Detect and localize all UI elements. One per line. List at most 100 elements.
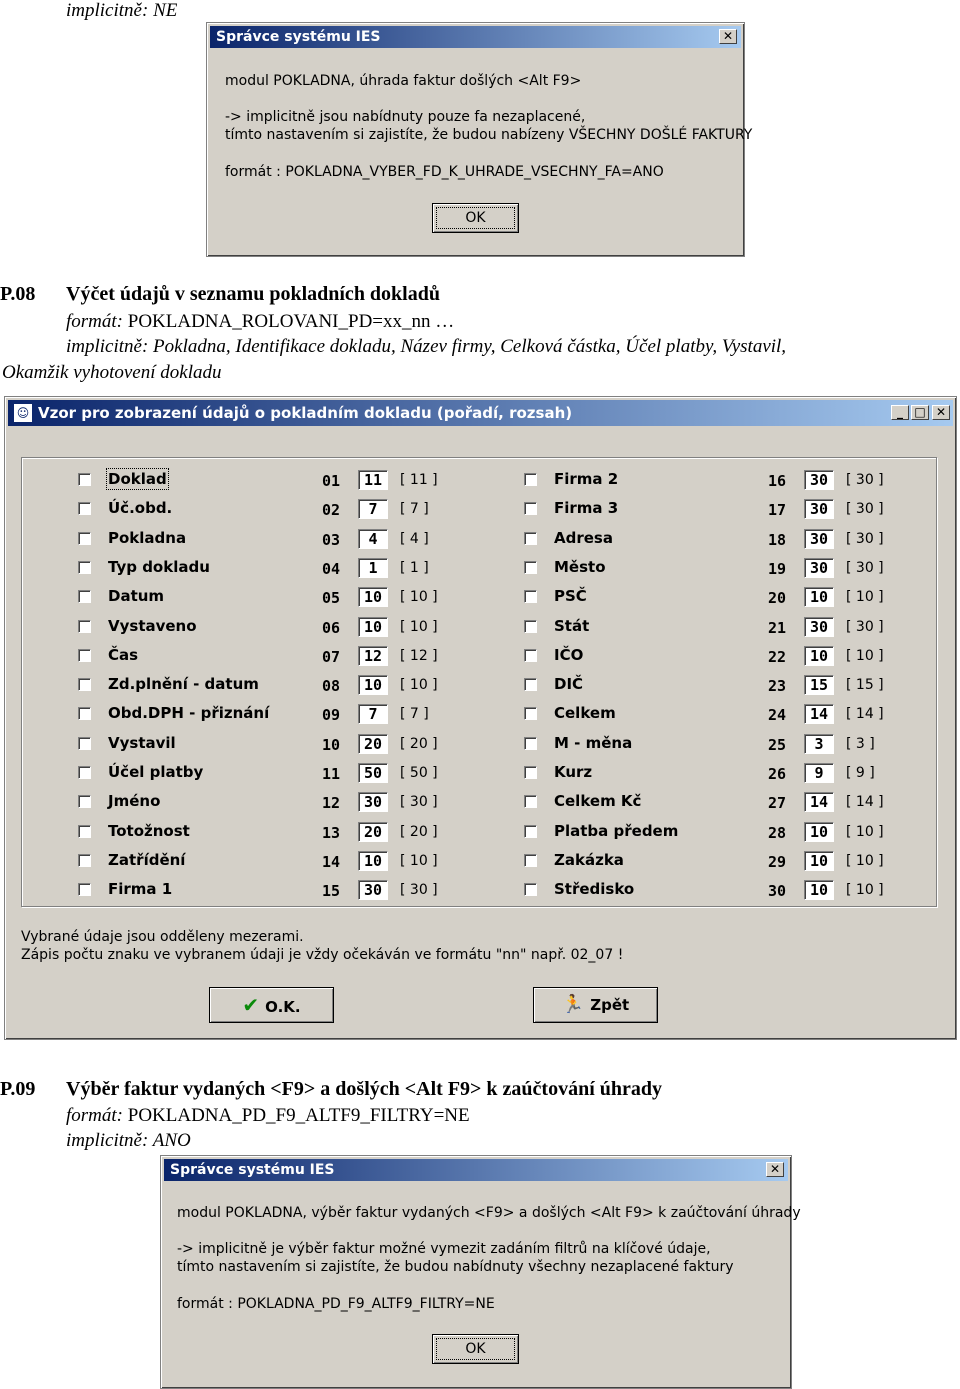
field-length-input[interactable]: 4 [358,528,388,549]
minimize-icon[interactable]: _ [891,405,909,420]
field-length-input[interactable]: 12 [358,645,388,666]
back-button[interactable]: 🏃 Zpět [533,987,658,1023]
field-label: Zd.plnění - datum [108,675,259,694]
field-checkbox[interactable] [524,648,537,662]
field-length-input[interactable]: 3 [804,733,834,754]
field-length-input[interactable]: 10 [358,850,388,871]
field-row: Kurz 26 9 [ 9 ] [524,763,924,785]
field-checkbox[interactable] [78,707,91,721]
ok-button[interactable]: ✔ O.K. [209,987,334,1023]
field-checkbox[interactable] [78,824,91,838]
field-checkbox[interactable] [78,590,91,604]
close-icon[interactable]: ✕ [932,405,950,420]
field-label: Pokladna [108,528,187,547]
field-row: IČO 22 10 [ 10 ] [524,645,924,668]
field-row: Zatřídění 14 10 [ 10 ] [78,850,478,873]
field-length-input[interactable]: 30 [804,616,834,637]
close-icon[interactable]: ✕ [719,29,737,44]
dialog-2: Správce systému IES ✕ modul POKLADNA, vý… [160,1155,801,1389]
field-order: 23 [768,677,787,696]
field-label: Firma 3 [554,499,619,518]
field-length-input[interactable]: 7 [358,704,388,725]
field-checkbox[interactable] [524,707,537,721]
ok-button[interactable]: OK [432,1334,519,1364]
field-checkbox[interactable] [78,883,91,897]
field-row: Čas 07 12 [ 12 ] [78,645,478,668]
field-checkbox[interactable] [524,619,537,633]
field-length-input[interactable]: 9 [804,763,834,783]
field-label: Celkem Kč [554,792,642,811]
field-checkbox[interactable] [78,795,91,809]
field-checkbox[interactable] [524,766,537,779]
ok-button[interactable]: OK [432,203,519,233]
field-length-input[interactable]: 10 [804,880,834,901]
note-line-1: Vybrané údaje jsou odděleny mezerami. [21,929,304,945]
field-length-input[interactable]: 20 [358,733,388,754]
field-length-input[interactable]: 30 [358,880,388,901]
field-checkbox[interactable] [78,736,91,750]
field-default-length: [ 10 ] [846,882,884,899]
dialog-1: Správce systému IES ✕ modul POKLADNA, úh… [206,22,752,257]
field-default-length: [ 10 ] [400,618,438,635]
field-label: Celkem [554,704,616,723]
field-default-length: [ 1 ] [400,559,429,576]
field-length-input[interactable]: 30 [358,792,388,813]
field-length-input[interactable]: 50 [358,763,388,783]
field-length-input[interactable]: 11 [358,470,388,490]
field-default-length: [ 7 ] [400,706,429,723]
field-checkbox[interactable] [78,502,91,516]
dialog-2-line4: formát : POKLADNA_PD_F9_ALTF9_FILTRY=NE [177,1296,495,1312]
maximize-icon[interactable]: □ [911,405,929,420]
field-label: Vystaveno [108,616,197,635]
note-line-2: Zápis počtu znaku ve vybranem údaji je v… [21,947,624,963]
field-checkbox[interactable] [524,853,537,867]
field-checkbox[interactable] [524,678,537,692]
field-length-input[interactable]: 10 [358,675,388,696]
field-length-input[interactable]: 1 [358,557,388,578]
field-checkbox[interactable] [78,678,91,692]
field-length-input[interactable]: 30 [804,499,834,520]
field-length-input[interactable]: 7 [358,499,388,520]
field-length-input[interactable]: 10 [804,850,834,871]
field-label: Stát [554,616,590,635]
implicit-line: implicitně: ANO [66,1130,191,1151]
field-checkbox[interactable] [78,648,91,662]
field-default-length: [ 15 ] [846,677,884,694]
field-default-length: [ 30 ] [846,530,884,547]
field-checkbox[interactable] [78,560,91,574]
section-number: P.09 [0,1078,36,1100]
field-length-input[interactable]: 30 [804,557,834,578]
field-checkbox[interactable] [78,531,91,545]
field-length-input[interactable]: 14 [804,704,834,725]
field-length-input[interactable]: 10 [358,587,388,608]
field-length-input[interactable]: 10 [804,821,834,842]
field-default-length: [ 50 ] [400,765,438,781]
field-checkbox[interactable] [524,560,537,574]
dialog-1-line4: formát : POKLADNA_VYBER_FD_K_UHRADE_VSEC… [225,164,664,180]
field-checkbox[interactable] [524,531,537,545]
field-checkbox[interactable] [524,883,537,897]
field-label: Firma 2 [554,470,619,488]
field-checkbox[interactable] [78,766,91,779]
field-checkbox[interactable] [524,824,537,838]
field-length-input[interactable]: 10 [804,645,834,666]
field-length-input[interactable]: 30 [804,528,834,549]
field-length-input[interactable]: 10 [358,616,388,637]
field-label: Vystavil [108,733,176,752]
close-icon[interactable]: ✕ [766,1162,784,1177]
field-checkbox[interactable] [524,473,537,486]
field-checkbox[interactable] [78,619,91,633]
field-length-input[interactable]: 30 [804,470,834,490]
field-checkbox[interactable] [524,795,537,809]
field-checkbox[interactable] [524,590,537,604]
field-length-input[interactable]: 10 [804,587,834,608]
field-checkbox[interactable] [524,736,537,750]
format-line: formát: POKLADNA_PD_F9_ALTF9_FILTRY=NE [66,1105,470,1126]
field-checkbox[interactable] [78,853,91,867]
field-length-input[interactable]: 14 [804,792,834,813]
field-checkbox[interactable] [524,502,537,516]
field-checkbox[interactable] [78,473,91,486]
field-length-input[interactable]: 20 [358,821,388,842]
field-length-input[interactable]: 15 [804,675,834,696]
field-default-length: [ 14 ] [846,794,884,811]
